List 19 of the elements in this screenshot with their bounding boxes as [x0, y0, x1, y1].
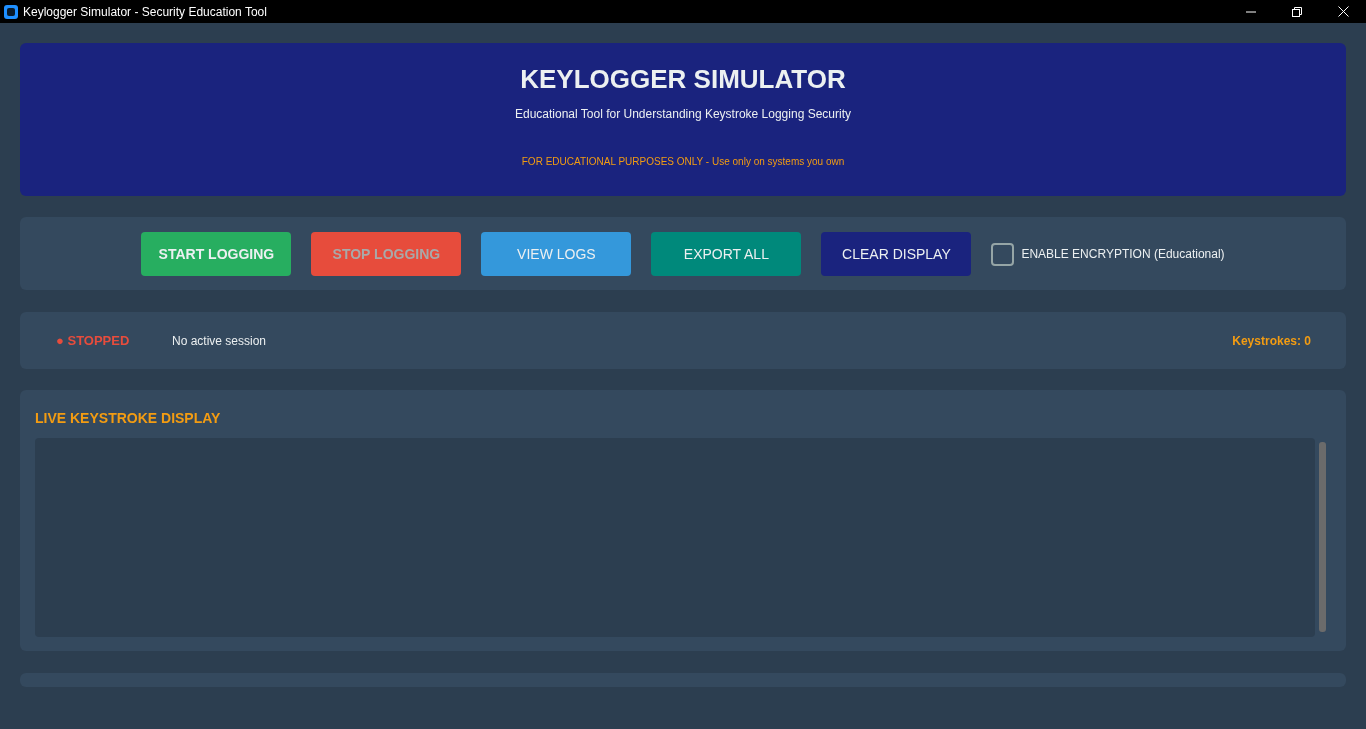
keystroke-count: Keystrokes: 0	[1232, 333, 1311, 348]
warning-text: FOR EDUCATIONAL PURPOSES ONLY - Use only on systems you own	[521, 156, 845, 168]
restore-icon	[1292, 6, 1302, 17]
action-button[interactable]: START LOGGING	[141, 232, 292, 276]
app-title: KEYLOGGER SIMULATOR	[520, 63, 846, 95]
action-button[interactable]: CLEAR DISPLAY	[821, 232, 972, 276]
scrollbar[interactable]	[1319, 442, 1326, 632]
checkbox[interactable]	[991, 242, 1015, 266]
checkbox-label[interactable]: ENABLE ENCRYPTION (Educational)	[1021, 247, 1225, 261]
action-button[interactable]: VIEW LOGS	[481, 232, 632, 276]
window-title: Keylogger Simulator - Security Education Tool	[23, 4, 267, 19]
close-icon	[1337, 6, 1349, 17]
app-subtitle: Educational Tool for Understanding Keystroke Logging Security	[515, 107, 851, 121]
square-logo-icon	[4, 4, 18, 19]
action-button[interactable]: EXPORT ALL	[651, 232, 802, 276]
session-text: No active session	[172, 333, 267, 348]
minimize-icon	[1246, 10, 1256, 13]
section-title: LIVE KEYSTROKE DISPLAY	[35, 410, 221, 426]
status-indicator: ● STOPPED	[56, 333, 131, 348]
